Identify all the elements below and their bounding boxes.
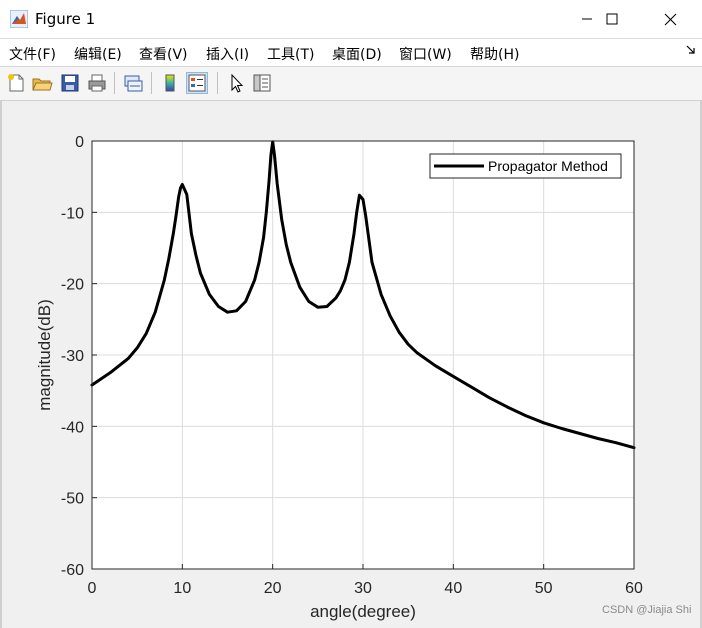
y-tick-label: -60 [61,562,84,579]
y-tick-label: -20 [61,277,84,294]
legend: Propagator Method [429,153,622,179]
y-tick-label: -40 [61,419,84,436]
x-tick-label: 20 [264,580,282,597]
x-tick-label: 30 [354,580,372,597]
line-chart: 0 10 20 30 40 50 60 0 -10 -20 -30 -40 -50 -60 angle(d… [35,134,643,621]
x-tick-label: 10 [173,580,191,597]
y-tick-label: -30 [61,348,84,365]
watermark-text: CSDN @Jiajia Shi [602,604,692,616]
x-tick-label: 50 [535,580,553,597]
y-tick-label: -10 [61,205,84,222]
x-axis-label: angle(degree) [310,602,416,621]
x-tick-label: 40 [444,580,462,597]
legend-entry: Propagator Method [488,158,608,174]
y-tick-label: -50 [61,491,84,508]
x-tick-label: 60 [625,580,643,597]
y-axis-label: magnitude(dB) [35,299,54,411]
y-tick-label: 0 [75,134,84,151]
x-tick-label: 0 [88,580,97,597]
